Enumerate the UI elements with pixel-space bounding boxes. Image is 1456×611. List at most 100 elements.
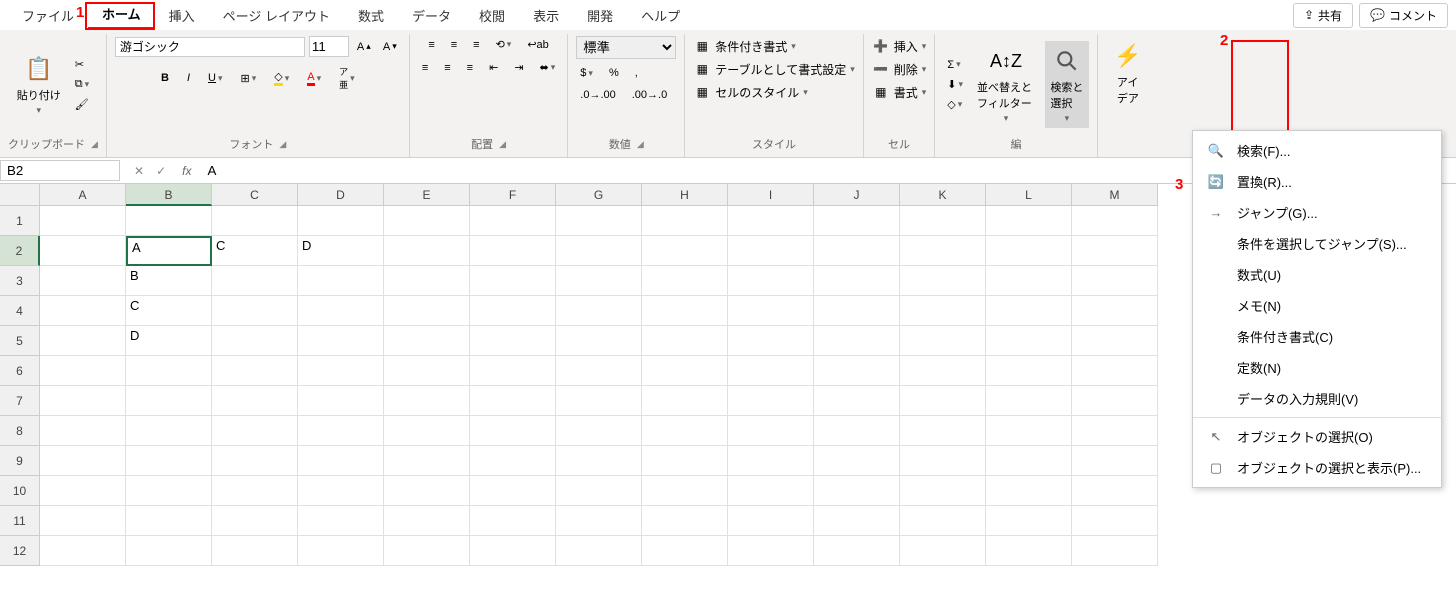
cell-F6[interactable] — [470, 356, 556, 386]
cell-D6[interactable] — [298, 356, 384, 386]
cell-K8[interactable] — [900, 416, 986, 446]
currency-button[interactable]: $ ▾ — [576, 65, 597, 81]
cell-B2[interactable]: A — [126, 236, 212, 266]
cell-J5[interactable] — [814, 326, 900, 356]
name-box[interactable] — [0, 160, 120, 181]
cell-F12[interactable] — [470, 536, 556, 566]
cell-A11[interactable] — [40, 506, 126, 536]
cell-E9[interactable] — [384, 446, 470, 476]
cell-A7[interactable] — [40, 386, 126, 416]
cell-J11[interactable] — [814, 506, 900, 536]
cell-D9[interactable] — [298, 446, 384, 476]
cell-E6[interactable] — [384, 356, 470, 386]
font-name-input[interactable] — [115, 37, 305, 57]
cell-H2[interactable] — [642, 236, 728, 266]
row-header-5[interactable]: 5 — [0, 326, 40, 356]
row-header-8[interactable]: 8 — [0, 416, 40, 446]
increase-indent-button[interactable]: ⇥ — [510, 59, 527, 76]
cell-H8[interactable] — [642, 416, 728, 446]
cell-C4[interactable] — [212, 296, 298, 326]
cell-H7[interactable] — [642, 386, 728, 416]
row-header-6[interactable]: 6 — [0, 356, 40, 386]
cell-B5[interactable]: D — [126, 326, 212, 356]
cell-E5[interactable] — [384, 326, 470, 356]
cell-J8[interactable] — [814, 416, 900, 446]
cell-G10[interactable] — [556, 476, 642, 506]
cell-L11[interactable] — [986, 506, 1072, 536]
cell-H5[interactable] — [642, 326, 728, 356]
delete-cells-button[interactable]: ➖削除 ▾ — [872, 59, 927, 79]
col-header-A[interactable]: A — [40, 184, 126, 206]
col-header-J[interactable]: J — [814, 184, 900, 206]
cell-A1[interactable] — [40, 206, 126, 236]
decrease-indent-button[interactable]: ⇤ — [485, 59, 502, 76]
cell-K10[interactable] — [900, 476, 986, 506]
cell-B1[interactable] — [126, 206, 212, 236]
cell-I1[interactable] — [728, 206, 814, 236]
row-header-1[interactable]: 1 — [0, 206, 40, 236]
cell-B7[interactable] — [126, 386, 212, 416]
cell-M11[interactable] — [1072, 506, 1158, 536]
share-button[interactable]: ⇪共有 — [1293, 3, 1353, 28]
cell-C12[interactable] — [212, 536, 298, 566]
cell-H4[interactable] — [642, 296, 728, 326]
cell-M6[interactable] — [1072, 356, 1158, 386]
cell-A8[interactable] — [40, 416, 126, 446]
border-button[interactable]: ⊞ ▾ — [237, 70, 261, 87]
cell-F4[interactable] — [470, 296, 556, 326]
cell-K9[interactable] — [900, 446, 986, 476]
number-dialog-launcher[interactable]: ◢ — [637, 139, 644, 150]
fill-color-button[interactable]: ◇ ▾ — [270, 68, 293, 88]
find-select-button[interactable]: 検索と 選択 ▾ — [1045, 41, 1089, 128]
col-header-L[interactable]: L — [986, 184, 1072, 206]
sort-filter-button[interactable]: A↕Z 並べ替えと フィルター ▾ — [973, 41, 1039, 128]
menu-validation[interactable]: データの入力規則(V) — [1193, 383, 1441, 414]
cell-K7[interactable] — [900, 386, 986, 416]
cell-G4[interactable] — [556, 296, 642, 326]
bold-button[interactable]: B — [157, 70, 173, 86]
cell-E4[interactable] — [384, 296, 470, 326]
underline-button[interactable]: U ▾ — [204, 70, 226, 86]
cell-A4[interactable] — [40, 296, 126, 326]
cell-F5[interactable] — [470, 326, 556, 356]
cell-L12[interactable] — [986, 536, 1072, 566]
cell-C10[interactable] — [212, 476, 298, 506]
cell-D10[interactable] — [298, 476, 384, 506]
italic-button[interactable]: I — [183, 70, 194, 86]
cell-H9[interactable] — [642, 446, 728, 476]
format-as-table-button[interactable]: ▦テーブルとして書式設定 ▾ — [693, 59, 854, 79]
fx-icon[interactable]: fx — [172, 164, 201, 178]
cell-J3[interactable] — [814, 266, 900, 296]
cell-D8[interactable] — [298, 416, 384, 446]
cell-K6[interactable] — [900, 356, 986, 386]
merge-center-button[interactable]: ⬌ ▾ — [536, 59, 560, 76]
cell-F9[interactable] — [470, 446, 556, 476]
cell-D12[interactable] — [298, 536, 384, 566]
cell-E3[interactable] — [384, 266, 470, 296]
font-dialog-launcher[interactable]: ◢ — [279, 139, 286, 150]
align-center-button[interactable]: ≡ — [440, 60, 454, 76]
cell-L8[interactable] — [986, 416, 1072, 446]
cell-G3[interactable] — [556, 266, 642, 296]
cell-M4[interactable] — [1072, 296, 1158, 326]
row-header-4[interactable]: 4 — [0, 296, 40, 326]
decrease-decimal-button[interactable]: .00→.0 — [628, 87, 671, 103]
cell-J10[interactable] — [814, 476, 900, 506]
tab-page-layout[interactable]: ページ レイアウト — [209, 2, 344, 29]
cell-I3[interactable] — [728, 266, 814, 296]
cell-I10[interactable] — [728, 476, 814, 506]
menu-find[interactable]: 🔍検索(F)... — [1193, 135, 1441, 166]
cell-J9[interactable] — [814, 446, 900, 476]
col-header-H[interactable]: H — [642, 184, 728, 206]
col-header-G[interactable]: G — [556, 184, 642, 206]
cell-G6[interactable] — [556, 356, 642, 386]
font-color-button[interactable]: A ▾ — [303, 69, 325, 88]
align-top-button[interactable]: ≡ — [424, 37, 438, 53]
cell-L10[interactable] — [986, 476, 1072, 506]
cell-J12[interactable] — [814, 536, 900, 566]
row-header-12[interactable]: 12 — [0, 536, 40, 566]
col-header-E[interactable]: E — [384, 184, 470, 206]
align-middle-button[interactable]: ≡ — [447, 37, 461, 53]
cell-D5[interactable] — [298, 326, 384, 356]
cancel-entry-button[interactable]: ✕ — [128, 164, 150, 178]
